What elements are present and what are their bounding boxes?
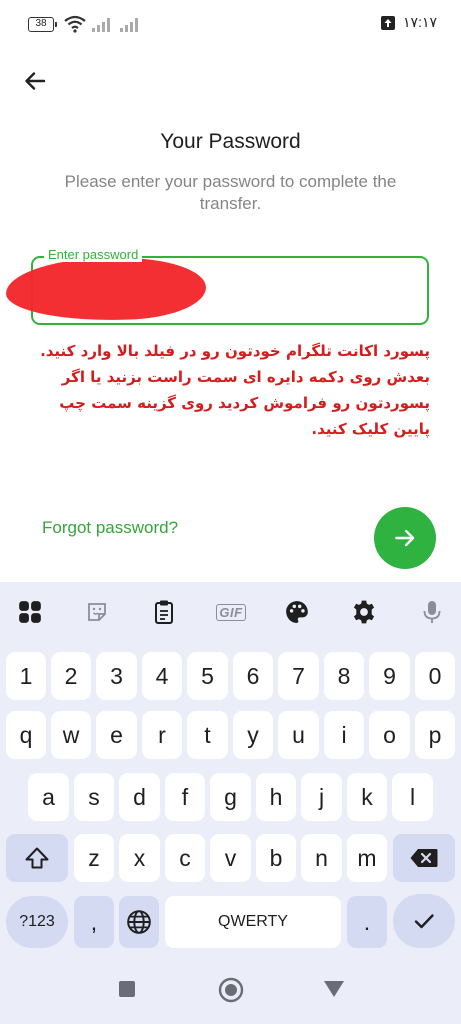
space-key[interactable]: QWERTY xyxy=(165,896,341,948)
key-w[interactable]: w xyxy=(51,711,91,759)
comma-key[interactable]: , xyxy=(74,896,114,948)
key-v[interactable]: v xyxy=(210,834,251,882)
backspace-icon xyxy=(410,849,438,867)
back-button[interactable] xyxy=(20,66,50,96)
sticker-icon[interactable] xyxy=(83,598,111,626)
palette-icon[interactable] xyxy=(283,598,311,626)
checkmark-icon xyxy=(414,914,434,929)
system-nav-bar xyxy=(0,956,461,1024)
key-n[interactable]: n xyxy=(301,834,342,882)
clipboard-icon[interactable] xyxy=(150,598,178,626)
period-key[interactable]: . xyxy=(347,896,387,948)
key-j[interactable]: j xyxy=(301,773,342,821)
key-k[interactable]: k xyxy=(347,773,387,821)
key-7[interactable]: 7 xyxy=(278,652,319,700)
key-b[interactable]: b xyxy=(256,834,296,882)
backspace-key[interactable] xyxy=(393,834,455,882)
clock: ۱۷:۱۷ xyxy=(403,14,437,30)
home-icon[interactable] xyxy=(217,976,245,1004)
key-i[interactable]: i xyxy=(324,711,364,759)
status-bar: 38 ۱۷:۱۷ xyxy=(0,0,461,52)
key-t[interactable]: t xyxy=(187,711,228,759)
key-8[interactable]: 8 xyxy=(324,652,364,700)
page-subtitle: Please enter your password to complete t… xyxy=(64,172,397,213)
gif-icon[interactable]: GIF xyxy=(214,598,248,626)
shift-icon xyxy=(25,847,49,869)
key-m[interactable]: m xyxy=(347,834,387,882)
page-title: Your Password xyxy=(160,130,301,153)
key-5[interactable]: 5 xyxy=(187,652,228,700)
globe-icon xyxy=(127,910,151,934)
back-triangle-icon[interactable] xyxy=(322,978,346,1000)
key-g[interactable]: g xyxy=(210,773,251,821)
wifi-icon xyxy=(64,15,86,33)
key-l[interactable]: l xyxy=(392,773,433,821)
key-y[interactable]: y xyxy=(233,711,273,759)
microphone-icon[interactable] xyxy=(418,598,446,626)
signal-icon xyxy=(92,18,110,32)
settings-gear-icon[interactable] xyxy=(350,598,378,626)
gif-label: GIF xyxy=(216,603,246,621)
apps-grid-icon[interactable] xyxy=(16,598,44,626)
key-s[interactable]: s xyxy=(74,773,114,821)
instruction-annotation: پسورد اکانت تلگرام خودتون رو در فیلد بال… xyxy=(40,342,430,438)
key-z[interactable]: z xyxy=(74,834,114,882)
battery-level: 38 xyxy=(35,18,47,29)
key-0[interactable]: 0 xyxy=(415,652,455,700)
symbols-key[interactable]: ?123 xyxy=(6,896,68,948)
next-button[interactable] xyxy=(374,507,436,569)
key-c[interactable]: c xyxy=(165,834,205,882)
key-r[interactable]: r xyxy=(142,711,182,759)
recent-apps-icon[interactable] xyxy=(116,978,138,1000)
battery-icon: 38 xyxy=(28,17,57,32)
shift-key[interactable] xyxy=(6,834,68,882)
key-p[interactable]: p xyxy=(415,711,455,759)
key-x[interactable]: x xyxy=(119,834,160,882)
key-h[interactable]: h xyxy=(256,773,296,821)
arrow-left-icon xyxy=(25,72,46,90)
keyboard-toolbar: GIF xyxy=(0,582,461,642)
key-4[interactable]: 4 xyxy=(142,652,182,700)
key-d[interactable]: d xyxy=(119,773,160,821)
key-9[interactable]: 9 xyxy=(369,652,410,700)
key-q[interactable]: q xyxy=(6,711,46,759)
key-u[interactable]: u xyxy=(278,711,319,759)
forgot-password-link[interactable]: Forgot password? xyxy=(42,518,178,538)
key-a[interactable]: a xyxy=(28,773,69,821)
password-field-label: Enter password xyxy=(44,247,143,262)
key-3[interactable]: 3 xyxy=(96,652,137,700)
upload-indicator-icon xyxy=(381,16,395,30)
key-2[interactable]: 2 xyxy=(51,652,91,700)
enter-key[interactable] xyxy=(393,894,455,948)
arrow-right-icon xyxy=(395,529,415,547)
key-1[interactable]: 1 xyxy=(6,652,46,700)
key-f[interactable]: f xyxy=(165,773,205,821)
language-key[interactable] xyxy=(119,896,159,948)
key-6[interactable]: 6 xyxy=(233,652,273,700)
key-o[interactable]: o xyxy=(369,711,410,759)
signal-icon xyxy=(120,18,138,32)
key-e[interactable]: e xyxy=(96,711,137,759)
